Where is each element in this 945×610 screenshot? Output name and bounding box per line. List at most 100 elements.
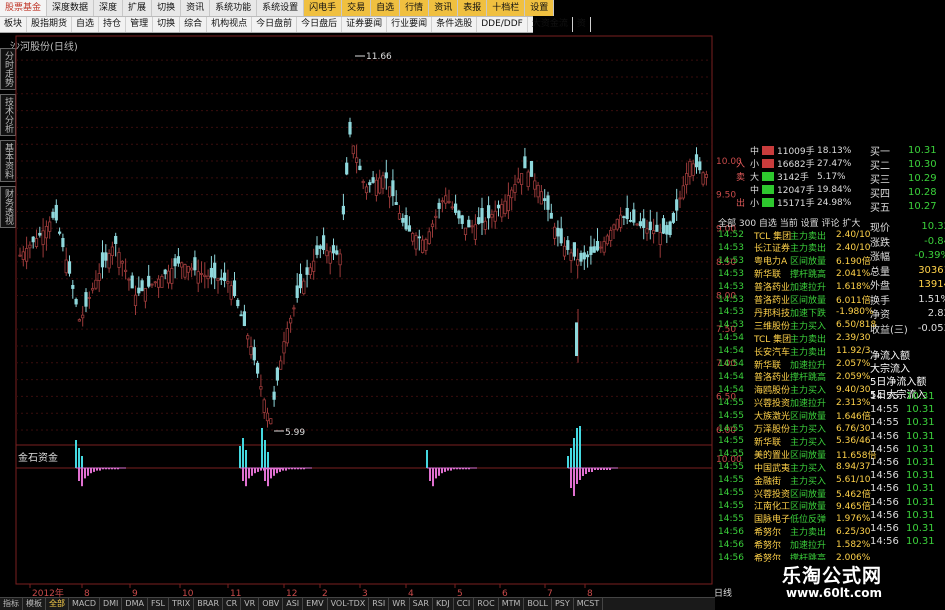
tick-row[interactable]: 14:55 新华联 主力买入 5.36/46 bbox=[718, 435, 871, 448]
tick-row[interactable]: 14:55 金融街 主力买入 5.61/10 bbox=[718, 474, 871, 487]
indicator-tab-1[interactable]: 模板 bbox=[23, 598, 46, 610]
menu-item-10[interactable]: 自选 bbox=[371, 0, 401, 16]
toolbar-item-3[interactable]: 持仓 bbox=[99, 17, 127, 32]
indicator-tab-0[interactable]: 指标 bbox=[0, 598, 23, 610]
indicator-tab-20[interactable]: ROC bbox=[474, 598, 499, 610]
candle-body bbox=[28, 244, 32, 249]
menu-item-9[interactable]: 交易 bbox=[342, 0, 372, 16]
menu-item-7[interactable]: 系统设置 bbox=[257, 0, 305, 16]
menu-item-6[interactable]: 系统功能 bbox=[210, 0, 258, 16]
candle-body bbox=[328, 251, 332, 264]
toolbar-item-4[interactable]: 管理 bbox=[126, 17, 154, 32]
indicator-tab-7[interactable]: TRIX bbox=[169, 598, 195, 610]
indicator-tab-18[interactable]: KDJ bbox=[433, 598, 454, 610]
candle-body bbox=[100, 252, 105, 268]
tick-row[interactable]: 14:54 普洛药业 撑杆跳高 2.059% bbox=[718, 371, 870, 384]
toolbar-item-7[interactable]: 机构视点 bbox=[207, 17, 253, 32]
candle-body bbox=[275, 367, 280, 381]
menu-item-4[interactable]: 切换 bbox=[152, 0, 182, 16]
watermark-url: www.60lt.com bbox=[786, 586, 883, 600]
candle-body bbox=[74, 299, 78, 305]
tick-alert-list[interactable]: 全部 300 自选 当前 设置 评论 扩大 14:52 TCL 集团 主力卖出 2.40… bbox=[718, 216, 877, 568]
toolbar-item-6[interactable]: 综合 bbox=[180, 17, 208, 32]
indicator-tab-23[interactable]: PSY bbox=[552, 598, 574, 610]
tick-row[interactable]: 14:53 普洛药业 区间放量 6.011倍 bbox=[718, 294, 871, 307]
tick-row[interactable]: 14:53 长江证券 主力卖出 2.40/10 bbox=[718, 242, 871, 255]
tick-row[interactable]: 14:55 大族激光 区间放量 1.646倍 bbox=[718, 410, 871, 423]
toolbar-item-5[interactable]: 切换 bbox=[153, 17, 181, 32]
toolbar-item-12[interactable]: 条件选股 bbox=[432, 17, 478, 32]
stat-row: 现价 10.32 bbox=[870, 220, 945, 234]
menu-item-14[interactable]: 十档栏 bbox=[487, 0, 526, 16]
indicator-tab-14[interactable]: VOL-TDX bbox=[328, 598, 370, 610]
watermark-title: 乐淘公式网 bbox=[782, 565, 883, 587]
indicator-tab-9[interactable]: CR bbox=[223, 598, 242, 610]
tick-row[interactable]: 14:55 兴蓉投资 区间放量 5.462倍 bbox=[718, 487, 871, 500]
tick-row[interactable]: 14:52 TCL 集团 主力卖出 2.40/10 bbox=[718, 229, 871, 242]
candle-body bbox=[216, 278, 220, 282]
tick-row[interactable]: 14:54 海鸥股份 主力买入 9.40/30 bbox=[718, 384, 871, 397]
tick-row[interactable]: 14:54 TCL 集团 主力卖出 2.39/30 bbox=[718, 332, 871, 345]
menu-item-3[interactable]: 扩展 bbox=[123, 0, 153, 16]
candle-body bbox=[54, 204, 58, 221]
menu-item-1[interactable]: 深度数据 bbox=[47, 0, 95, 16]
menu-item-0[interactable]: 股票基金 bbox=[0, 0, 48, 16]
indicator-tab-19[interactable]: CCI bbox=[454, 598, 475, 610]
indicator-tab-15[interactable]: RSI bbox=[369, 598, 390, 610]
tick-value: 2.40/10 bbox=[836, 242, 871, 253]
toolbar-item-10[interactable]: 证券要闻 bbox=[342, 17, 388, 32]
menu-item-15[interactable]: 设置 bbox=[525, 0, 555, 16]
tick-row[interactable]: 14:55 中国武夷 主力买入 8.94/37 bbox=[718, 461, 871, 474]
toolbar-item-1[interactable]: 股指期货 bbox=[27, 17, 73, 32]
indicator-tab-24[interactable]: MCST bbox=[574, 598, 604, 610]
tick-row[interactable]: 14:56 希努尔 主力卖出 6.25/30 bbox=[718, 526, 871, 539]
tick-row[interactable]: 14:53 新华联 撑杆跳高 2.041% bbox=[718, 268, 870, 281]
tick-row[interactable]: 14:54 长安汽车 主力卖出 11.92/3 bbox=[718, 345, 871, 358]
tick-row[interactable]: 14:53 粤电力A 区间放量 6.190倍 bbox=[718, 255, 871, 268]
toolbar-item-14[interactable]: 大资金流 bbox=[528, 17, 573, 32]
indicator-tab-8[interactable]: BRAR bbox=[194, 598, 224, 610]
indicator-tab-16[interactable]: WR bbox=[389, 598, 410, 610]
menu-item-13[interactable]: 表报 bbox=[458, 0, 488, 16]
tick-row[interactable]: 14:55 美的置业 区间放量 11.658倍 bbox=[718, 448, 877, 461]
indicator-tab-17[interactable]: SAR bbox=[410, 598, 433, 610]
indicator-tab-12[interactable]: ASI bbox=[283, 598, 304, 610]
indicator-tab-2[interactable]: 全部 bbox=[46, 598, 69, 610]
tick-row[interactable]: 14:54 新华联 加速拉升 2.057% bbox=[718, 358, 870, 371]
tick-row[interactable]: 14:53 普洛药业 加速拉升 1.618% bbox=[718, 281, 870, 294]
indicator-tab-5[interactable]: DMA bbox=[122, 598, 148, 610]
tick-row[interactable]: 14:53 三维股份 主力买入 6.50/818 bbox=[718, 319, 876, 332]
tick-name: 江南化工 bbox=[754, 502, 791, 513]
indicator-tab-3[interactable]: MACD bbox=[69, 598, 100, 610]
menu-item-5[interactable]: 资讯 bbox=[181, 0, 211, 16]
toolbar-item-2[interactable]: 自选 bbox=[72, 17, 100, 32]
toolbar-item-0[interactable]: 板块 bbox=[0, 17, 28, 32]
menu-item-8[interactable]: 闪电手 bbox=[304, 0, 343, 16]
indicator-tab-4[interactable]: DMI bbox=[100, 598, 123, 610]
candle-body bbox=[262, 399, 266, 413]
toolbar-item-15[interactable]: 资 bbox=[573, 17, 591, 32]
tick-row[interactable]: 14:55 江南化工 区间放量 9.465倍 bbox=[718, 500, 871, 513]
candle-body bbox=[41, 230, 45, 245]
menu-item-11[interactable]: 行情 bbox=[400, 0, 430, 16]
tick-row[interactable]: 14:55 国脉电子 低位反弹 1.976% bbox=[718, 513, 870, 526]
indicator-tab-13[interactable]: EMV bbox=[303, 598, 328, 610]
toolbar-item-13[interactable]: DDE/DDF bbox=[477, 17, 528, 32]
tick-row[interactable]: 14:55 万泽股份 主力买入 6.76/30 bbox=[718, 423, 871, 436]
candle-body bbox=[628, 220, 633, 222]
toolbar-item-9[interactable]: 今日盘后 bbox=[297, 17, 343, 32]
tick-row[interactable]: 14:53 丹邦科技 加速下跌 -1.980% bbox=[718, 306, 874, 319]
toolbar-item-8[interactable]: 今日盘前 bbox=[252, 17, 298, 32]
indicator-tab-10[interactable]: VR bbox=[241, 598, 260, 610]
menu-item-12[interactable]: 资讯 bbox=[429, 0, 459, 16]
flow-row: 卖大 3142手 5.17% bbox=[736, 170, 853, 184]
indicator-tab-22[interactable]: BOLL bbox=[524, 598, 552, 610]
indicator-tab-6[interactable]: FSL bbox=[148, 598, 169, 610]
tick-row[interactable]: 14:56 希努尔 加速拉升 1.582% bbox=[718, 539, 870, 552]
menu-item-2[interactable]: 深度 bbox=[94, 0, 124, 16]
flow-size: 中 bbox=[750, 147, 760, 157]
indicator-tab-21[interactable]: MTM bbox=[499, 598, 525, 610]
tick-row[interactable]: 14:55 兴蓉投资 加速拉升 2.313% bbox=[718, 397, 870, 410]
toolbar-item-11[interactable]: 行业要闻 bbox=[387, 17, 433, 32]
indicator-tab-11[interactable]: OBV bbox=[259, 598, 284, 610]
